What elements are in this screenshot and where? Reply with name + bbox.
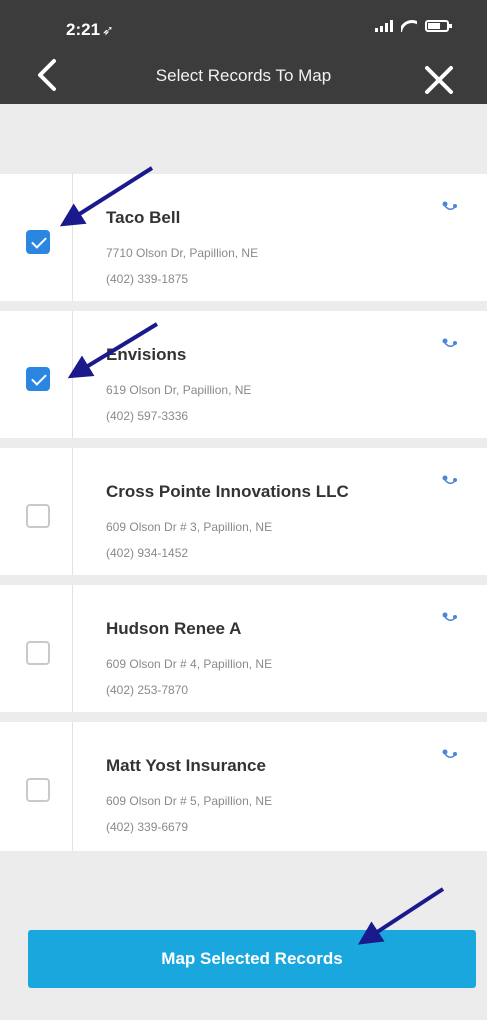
- record-address: 609 Olson Dr # 5, Papillion, NE: [106, 794, 273, 808]
- status-time: 2:21 ➶: [66, 20, 114, 40]
- location-icon: ➶: [102, 22, 114, 38]
- record-name: Cross Pointe Innovations LLC: [106, 482, 349, 501]
- row-divider: [72, 448, 73, 575]
- close-icon: [425, 66, 453, 94]
- wifi-icon: [401, 20, 417, 32]
- record-phone: (402) 339-1875: [106, 272, 189, 286]
- close-button[interactable]: [419, 60, 459, 100]
- record-row[interactable]: Taco Bell 7710 Olson Dr, Papillion, NE (…: [0, 174, 487, 311]
- record-name: Matt Yost Insurance: [106, 756, 266, 775]
- row-divider: [72, 174, 73, 301]
- map-selected-records-button[interactable]: Map Selected Records: [28, 930, 476, 988]
- status-icons: [375, 20, 452, 32]
- route-icon[interactable]: [441, 337, 459, 349]
- record-address: 619 Olson Dr, Papillion, NE: [106, 383, 252, 397]
- battery-icon: [425, 20, 452, 32]
- record-checkbox[interactable]: [26, 367, 50, 391]
- row-divider: [72, 311, 73, 438]
- record-phone: (402) 597-3336: [106, 409, 189, 423]
- row-divider: [72, 722, 73, 851]
- route-icon[interactable]: [441, 474, 459, 486]
- row-divider: [72, 585, 73, 712]
- records-list: Taco Bell 7710 Olson Dr, Papillion, NE (…: [0, 174, 487, 861]
- page-title: Select Records To Map: [155, 66, 332, 85]
- footer: Map Selected Records: [0, 920, 487, 1020]
- record-name: Envisions: [106, 345, 187, 364]
- record-address: 609 Olson Dr # 3, Papillion, NE: [106, 520, 273, 534]
- record-address: 7710 Olson Dr, Papillion, NE: [106, 246, 259, 260]
- status-time-text: 2:21: [66, 20, 101, 39]
- record-row[interactable]: Matt Yost Insurance 609 Olson Dr # 5, Pa…: [0, 722, 487, 861]
- record-checkbox[interactable]: [26, 504, 50, 528]
- record-row[interactable]: Envisions 619 Olson Dr, Papillion, NE (4…: [0, 311, 487, 448]
- record-checkbox[interactable]: [26, 641, 50, 665]
- route-icon[interactable]: [441, 611, 459, 623]
- record-phone: (402) 339-6679: [106, 820, 189, 834]
- record-name: Taco Bell: [106, 208, 181, 227]
- record-checkbox[interactable]: [26, 778, 50, 802]
- record-name: Hudson Renee A: [106, 619, 242, 638]
- record-row[interactable]: Cross Pointe Innovations LLC 609 Olson D…: [0, 448, 487, 585]
- record-phone: (402) 934-1452: [106, 546, 189, 560]
- record-address: 609 Olson Dr # 4, Papillion, NE: [106, 657, 273, 671]
- route-icon[interactable]: [441, 748, 459, 760]
- signal-icon: [375, 20, 393, 32]
- route-icon[interactable]: [441, 200, 459, 212]
- top-bar: 2:21 ➶ Select Records To Map: [0, 0, 487, 104]
- list-header-spacer: [0, 104, 487, 174]
- record-checkbox[interactable]: [26, 230, 50, 254]
- record-phone: (402) 253-7870: [106, 683, 189, 697]
- record-row[interactable]: Hudson Renee A 609 Olson Dr # 4, Papilli…: [0, 585, 487, 722]
